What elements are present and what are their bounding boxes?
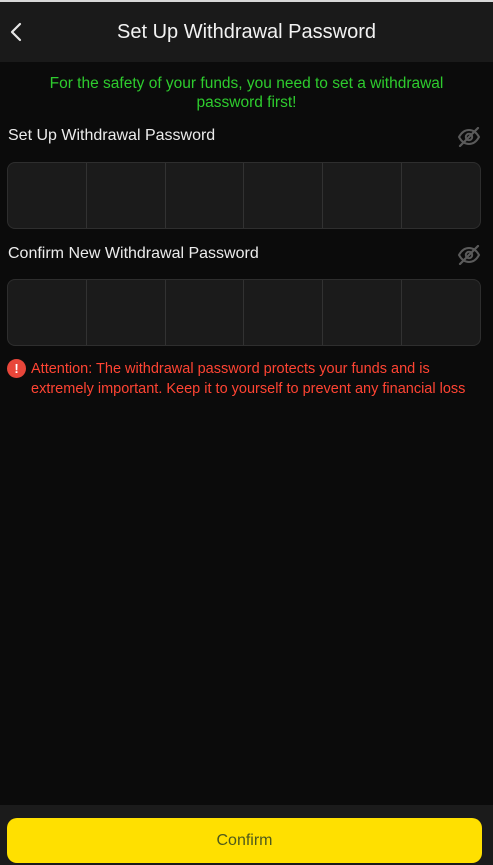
confirm-password-pin-input[interactable] (7, 279, 481, 346)
chevron-left-icon (10, 22, 22, 42)
pin-cell[interactable] (323, 163, 403, 228)
pin-cell[interactable] (166, 163, 245, 228)
security-notice: For the safety of your funds, you need t… (49, 75, 444, 111)
pin-cell[interactable] (244, 163, 324, 228)
password-visibility-toggle[interactable] (456, 126, 482, 148)
back-button[interactable] (6, 20, 26, 44)
confirm-password-label: Confirm New Withdrawal Password (8, 245, 259, 262)
password-pin-input[interactable] (7, 162, 481, 229)
confirm-password-visibility-toggle[interactable] (456, 244, 482, 266)
pin-cell[interactable] (87, 163, 166, 228)
pin-cell[interactable] (8, 163, 87, 228)
pin-cell[interactable] (323, 280, 403, 345)
pin-cell[interactable] (402, 280, 480, 345)
pin-cell[interactable] (8, 280, 87, 345)
eye-off-icon (457, 245, 481, 265)
page-title: Set Up Withdrawal Password (117, 20, 376, 43)
exclamation-circle-icon: ! (7, 359, 26, 378)
password-label: Set Up Withdrawal Password (8, 127, 216, 144)
confirm-button[interactable]: Confirm (7, 818, 482, 863)
attention-message: ! Attention: The withdrawal password pro… (7, 359, 487, 399)
pin-cell[interactable] (87, 280, 166, 345)
pin-cell[interactable] (402, 163, 480, 228)
eye-off-icon (457, 127, 481, 147)
header-bar: Set Up Withdrawal Password (0, 2, 493, 62)
attention-text: Attention: The withdrawal password prote… (31, 361, 466, 397)
pin-cell[interactable] (166, 280, 245, 345)
pin-cell[interactable] (244, 280, 324, 345)
